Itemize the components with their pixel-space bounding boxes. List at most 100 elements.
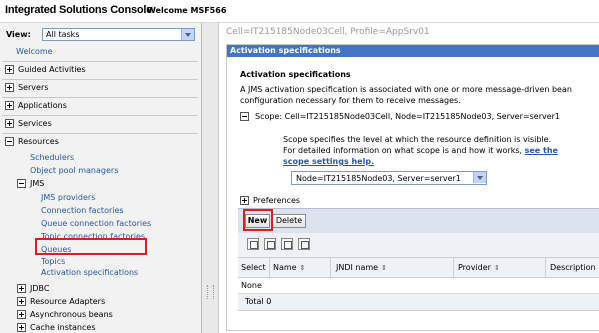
nav-item-activation-specifications[interactable]: Activation specifications <box>41 268 138 277</box>
scope-select[interactable]: Node=IT215185Node03, Server=server1 <box>291 171 487 185</box>
nav-welcome-link[interactable]: Welcome <box>16 47 53 56</box>
column-description[interactable]: Description <box>550 263 596 272</box>
nav-item-label: JDBC <box>30 284 50 293</box>
chevron-down-icon[interactable] <box>181 29 194 40</box>
table-header: Select Name ⇕ JNDI name ⇕ Provider ⇕ Descri… <box>238 258 599 278</box>
nav-section-services[interactable]: Services <box>5 119 52 132</box>
scope-description: Scope specifies the level at which the r… <box>283 134 583 167</box>
description-line: configuration necessary for them to rece… <box>240 96 461 105</box>
top-banner: Integrated Solutions Console Welcome MSF… <box>0 0 599 23</box>
panel-header: Activation specifications <box>227 45 599 57</box>
column-divider <box>545 258 546 277</box>
nav-item-label: Resource Adapters <box>30 297 106 306</box>
deselect-all-icon[interactable] <box>264 238 276 250</box>
annotation-highlight-box <box>35 238 147 255</box>
view-label: View: <box>6 30 31 39</box>
panel-header-title: Activation specifications <box>230 46 341 55</box>
nav-jms-label: JMS <box>30 179 45 188</box>
nav-divider <box>2 61 198 62</box>
nav-divider <box>2 133 198 134</box>
nav-divider <box>2 115 198 116</box>
show-filter-icon[interactable] <box>281 238 293 250</box>
select-all-icon[interactable] <box>247 238 259 250</box>
scope-row[interactable]: Scope: Cell=IT215185Node03Cell, Node=IT2… <box>240 112 560 121</box>
column-divider <box>453 258 454 277</box>
expand-plus-icon[interactable] <box>5 65 14 74</box>
view-select-value: All tasks <box>46 30 80 39</box>
nav-section-label: Guided Activities <box>18 65 86 74</box>
preferences-toggle[interactable]: Preferences <box>240 196 300 205</box>
nav-section-label: Services <box>18 119 52 128</box>
sort-icon[interactable]: ⇕ <box>494 264 500 272</box>
delete-button[interactable]: Delete <box>272 214 306 228</box>
nav-item-label: Asynchronous beans <box>30 310 113 319</box>
expand-plus-icon[interactable] <box>17 284 26 293</box>
scope-help-link[interactable]: scope settings help. <box>283 156 583 167</box>
table-icon-toolbar <box>238 233 599 258</box>
column-divider <box>330 258 331 277</box>
table-total-text: Total 0 <box>245 297 272 306</box>
scope-breadcrumb: Cell=IT215185Node03Cell, Profile=AppSrv0… <box>226 27 430 37</box>
collapse-minus-icon[interactable] <box>5 137 14 146</box>
nav-item-topics[interactable]: Topics <box>41 257 65 266</box>
nav-item-connection-factories[interactable]: Connection factories <box>41 206 124 215</box>
nav-divider <box>2 79 198 80</box>
nav-divider <box>2 97 198 98</box>
expand-plus-icon[interactable] <box>5 83 14 92</box>
view-select[interactable]: All tasks <box>42 28 195 41</box>
clear-filter-icon[interactable] <box>298 238 310 250</box>
nav-item-jms[interactable]: JMS <box>17 179 44 192</box>
welcome-user: Welcome MSF566 <box>147 6 227 15</box>
collapse-minus-icon[interactable] <box>17 179 26 188</box>
description-line: A JMS activation specification is associ… <box>240 85 572 94</box>
collapse-minus-icon[interactable] <box>240 112 249 121</box>
app-title: Integrated Solutions Console <box>5 4 153 16</box>
splitter-grip-icon[interactable] <box>207 285 214 299</box>
nav-item-resource-adapters[interactable]: Resource Adapters <box>17 297 105 310</box>
column-provider-label: Provider <box>458 263 491 272</box>
table-total-row: Total 0 <box>238 294 599 311</box>
sidebar-splitter[interactable] <box>202 23 219 333</box>
nav-item-object-pool-managers[interactable]: Object pool managers <box>30 166 118 175</box>
nav-item-cache-instances[interactable]: Cache instances <box>17 323 95 333</box>
nav-item-label: Cache instances <box>30 323 96 332</box>
column-name-label: Name <box>273 263 297 272</box>
nav-section-servers[interactable]: Servers <box>5 83 48 96</box>
nav-section-label: Resources <box>18 137 59 146</box>
scope-desc-line: Scope specifies the level at which the r… <box>283 135 552 144</box>
column-jndi-name[interactable]: JNDI name ⇕ <box>336 263 387 272</box>
expand-plus-icon[interactable] <box>17 297 26 306</box>
nav-section-label: Servers <box>18 83 49 92</box>
nav-item-schedulers[interactable]: Schedulers <box>30 153 74 162</box>
chevron-down-icon[interactable] <box>473 172 486 183</box>
preferences-label: Preferences <box>253 196 301 205</box>
column-divider <box>269 258 270 277</box>
expand-plus-icon[interactable] <box>5 119 14 128</box>
nav-item-queue-connection-factories[interactable]: Queue connection factories <box>41 219 151 228</box>
sort-icon[interactable]: ⇕ <box>300 264 306 272</box>
nav-section-resources[interactable]: Resources <box>5 137 59 150</box>
nav-section-guided-activities[interactable]: Guided Activities <box>5 65 86 78</box>
sort-icon[interactable]: ⇕ <box>381 264 387 272</box>
nav-item-jdbc[interactable]: JDBC <box>17 284 49 297</box>
annotation-highlight-box <box>243 209 273 231</box>
column-provider[interactable]: Provider ⇕ <box>458 263 500 272</box>
table-row: None <box>238 278 599 294</box>
column-select[interactable]: Select <box>241 263 266 272</box>
expand-plus-icon[interactable] <box>5 101 14 110</box>
expand-plus-icon[interactable] <box>240 196 249 205</box>
scope-desc-line-2: For detailed information on what scope i… <box>283 145 583 156</box>
scope-label: Scope: Cell=IT215185Node03Cell, Node=IT2… <box>255 112 561 121</box>
nav-item-jms-providers[interactable]: JMS providers <box>41 193 95 202</box>
nav-section-applications[interactable]: Applications <box>5 101 67 114</box>
view-selector-row: View: All tasks <box>6 28 195 42</box>
page-title: Activation specifications <box>240 70 351 79</box>
nav-item-asynchronous-beans[interactable]: Asynchronous beans <box>17 310 113 323</box>
scope-desc-text: For detailed information on what scope i… <box>283 146 523 155</box>
nav-section-label: Applications <box>18 101 67 110</box>
scope-help-link[interactable]: see the <box>525 146 558 155</box>
column-name[interactable]: Name ⇕ <box>273 263 305 272</box>
expand-plus-icon[interactable] <box>17 323 26 332</box>
expand-plus-icon[interactable] <box>17 310 26 319</box>
column-jndi-label: JNDI name <box>336 263 379 272</box>
